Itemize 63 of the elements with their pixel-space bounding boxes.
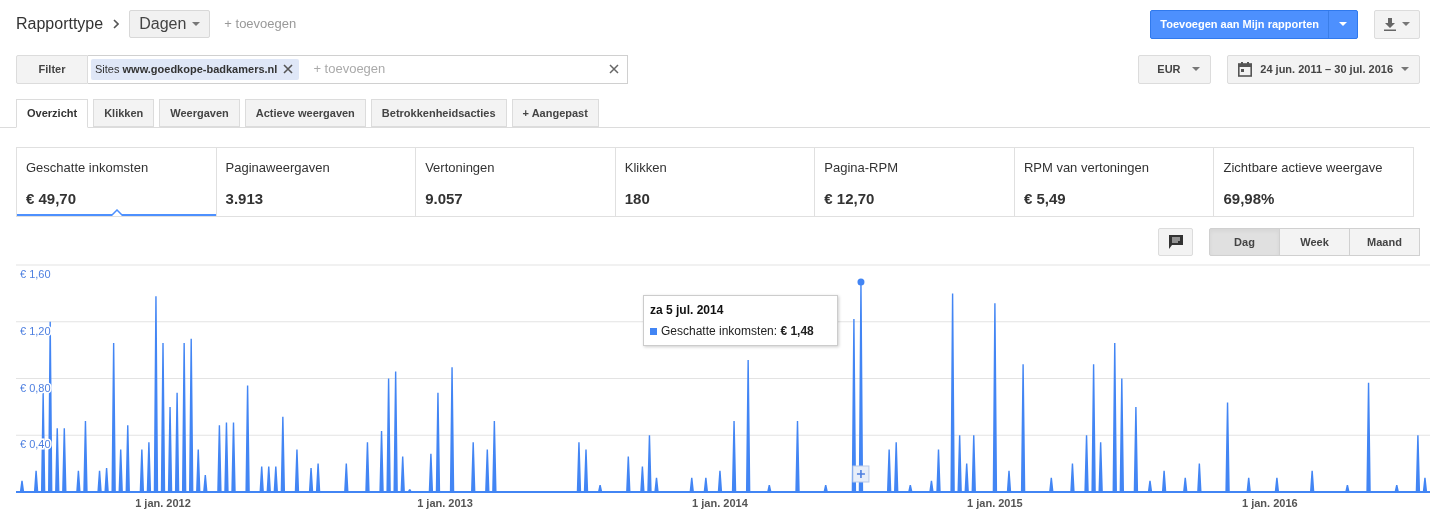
metric-value: € 12,70 [824,188,876,209]
metric-label: Geschatte inkomsten [26,159,150,177]
granularity-toggle[interactable]: Maand [1349,228,1420,256]
x-axis-label: 1 jan. 2014 [692,497,748,509]
metric-label: Klikken [624,159,668,177]
metric-card[interactable]: Vertoningen 9.057 [415,148,615,216]
caret-icon [192,22,201,26]
report-tab[interactable]: Klikken [93,99,155,127]
dimension-dropdown[interactable]: Dagen [129,10,211,38]
report-tab[interactable]: Actieve weergaven [244,99,366,127]
report-tab[interactable]: Overzicht [16,99,89,128]
comment-button[interactable] [1158,228,1193,256]
metric-card[interactable]: Geschatte inkomsten € 49,70 [17,148,216,216]
metric-card[interactable]: Pagina-RPM € 12,70 [814,148,1014,216]
caret-icon [1192,67,1201,71]
metric-value: 3.913 [225,188,265,209]
highlighted-point [857,278,865,286]
caret-icon [1339,22,1347,26]
granularity-toggle[interactable]: Dag [1209,228,1280,256]
pointer-notch-icon [111,209,123,216]
filter-button[interactable]: Filter [16,54,88,84]
x-axis-label: 1 jan. 2015 [967,497,1023,509]
metric-card[interactable]: Zichtbare actieve weergave 69,98% [1213,148,1414,216]
x-axis-label: 1 jan. 2013 [417,497,473,509]
download-button[interactable] [1374,9,1420,39]
tooltip-date: za 5 jul. 2014 [650,302,725,319]
x-axis-label: 1 jan. 2016 [1242,497,1298,509]
metric-value: € 5,49 [1023,188,1067,209]
annotation-add-icon[interactable] [852,465,870,483]
remove-icon[interactable] [283,64,294,74]
filter-chip[interactable]: Sites www.goedkope-badkamers.nl [91,58,300,80]
metric-label: Paginaweergaven [225,159,331,177]
metric-value: 180 [624,188,651,209]
metric-label: RPM van vertoningen [1023,159,1150,177]
tooltip-value: : € 1,48 [773,323,814,340]
caret-icon [1402,22,1410,26]
metric-label: Zichtbare actieve weergave [1223,159,1384,177]
metric-card[interactable]: Paginaweergaven 3.913 [215,148,416,216]
report-tab[interactable]: + Aangepast [511,99,599,127]
chevron-right-icon [113,19,120,29]
metric-value: 69,98% [1223,188,1276,209]
metric-card[interactable]: Klikken 180 [614,148,815,216]
date-range-dropdown[interactable]: 24 jun. 2011 – 30 jul. 2016 [1227,54,1420,84]
x-axis-label: 1 jan. 2012 [135,497,191,509]
metric-value: € 49,70 [26,188,78,209]
currency-dropdown[interactable]: EUR [1138,54,1212,84]
metric-value: 9.057 [425,188,464,209]
metric-label: Pagina-RPM [824,159,899,177]
filter-chip-label: Sites www.goedkope-badkamers.nl [95,61,278,77]
metric-label: Vertoningen [425,159,496,177]
legend-label: Geschatte inkomsten [661,323,774,340]
calendar-icon [1238,61,1253,77]
filter-field[interactable]: Sites www.goedkope-badkamers.nl + toevoegen [88,54,628,84]
granularity-toggle[interactable]: Week [1279,228,1350,256]
caret-icon [1401,67,1409,71]
y-axis-label: € 1,60 [20,268,51,280]
metric-card[interactable]: RPM van vertoningen € 5,49 [1013,148,1214,216]
breadcrumb-label: Rapporttype [16,14,104,34]
report-tab[interactable]: Betrokkenheidsacties [370,99,507,127]
report-tab[interactable]: Weergaven [159,99,240,127]
clear-icon[interactable] [609,64,619,74]
comment-icon [1168,235,1183,249]
download-icon [1384,17,1396,31]
